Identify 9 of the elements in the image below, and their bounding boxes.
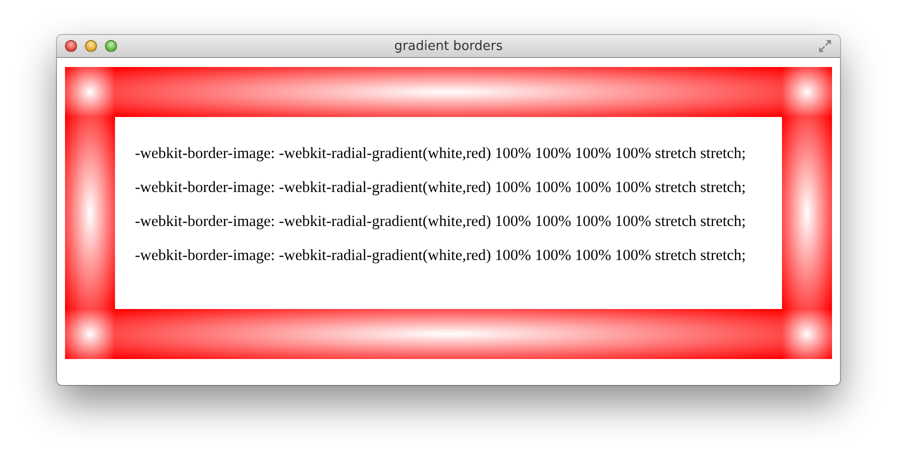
code-text: -webkit-border-image: -webkit-radial-gradient(white,red) 100% 100% 100% 100% stretch stretch; [135, 213, 747, 231]
window-title: gradient borders [394, 38, 503, 54]
close-button[interactable] [65, 40, 77, 52]
code-text: -webkit-border-image: -webkit-radial-gradient(white,red) 100% 100% 100% 100% stretch stretch; [135, 179, 747, 197]
minimize-button[interactable] [85, 40, 97, 52]
code-text: -webkit-border-image: -webkit-radial-gradient(white,red) 100% 100% 100% 100% stretch stretch; [135, 247, 747, 265]
zoom-button[interactable] [105, 40, 117, 52]
code-text: -webkit-border-image: -webkit-radial-gradient(white,red) 100% 100% 100% 100% stretch stretch; [135, 145, 747, 163]
fullscreen-button[interactable] [818, 39, 832, 53]
